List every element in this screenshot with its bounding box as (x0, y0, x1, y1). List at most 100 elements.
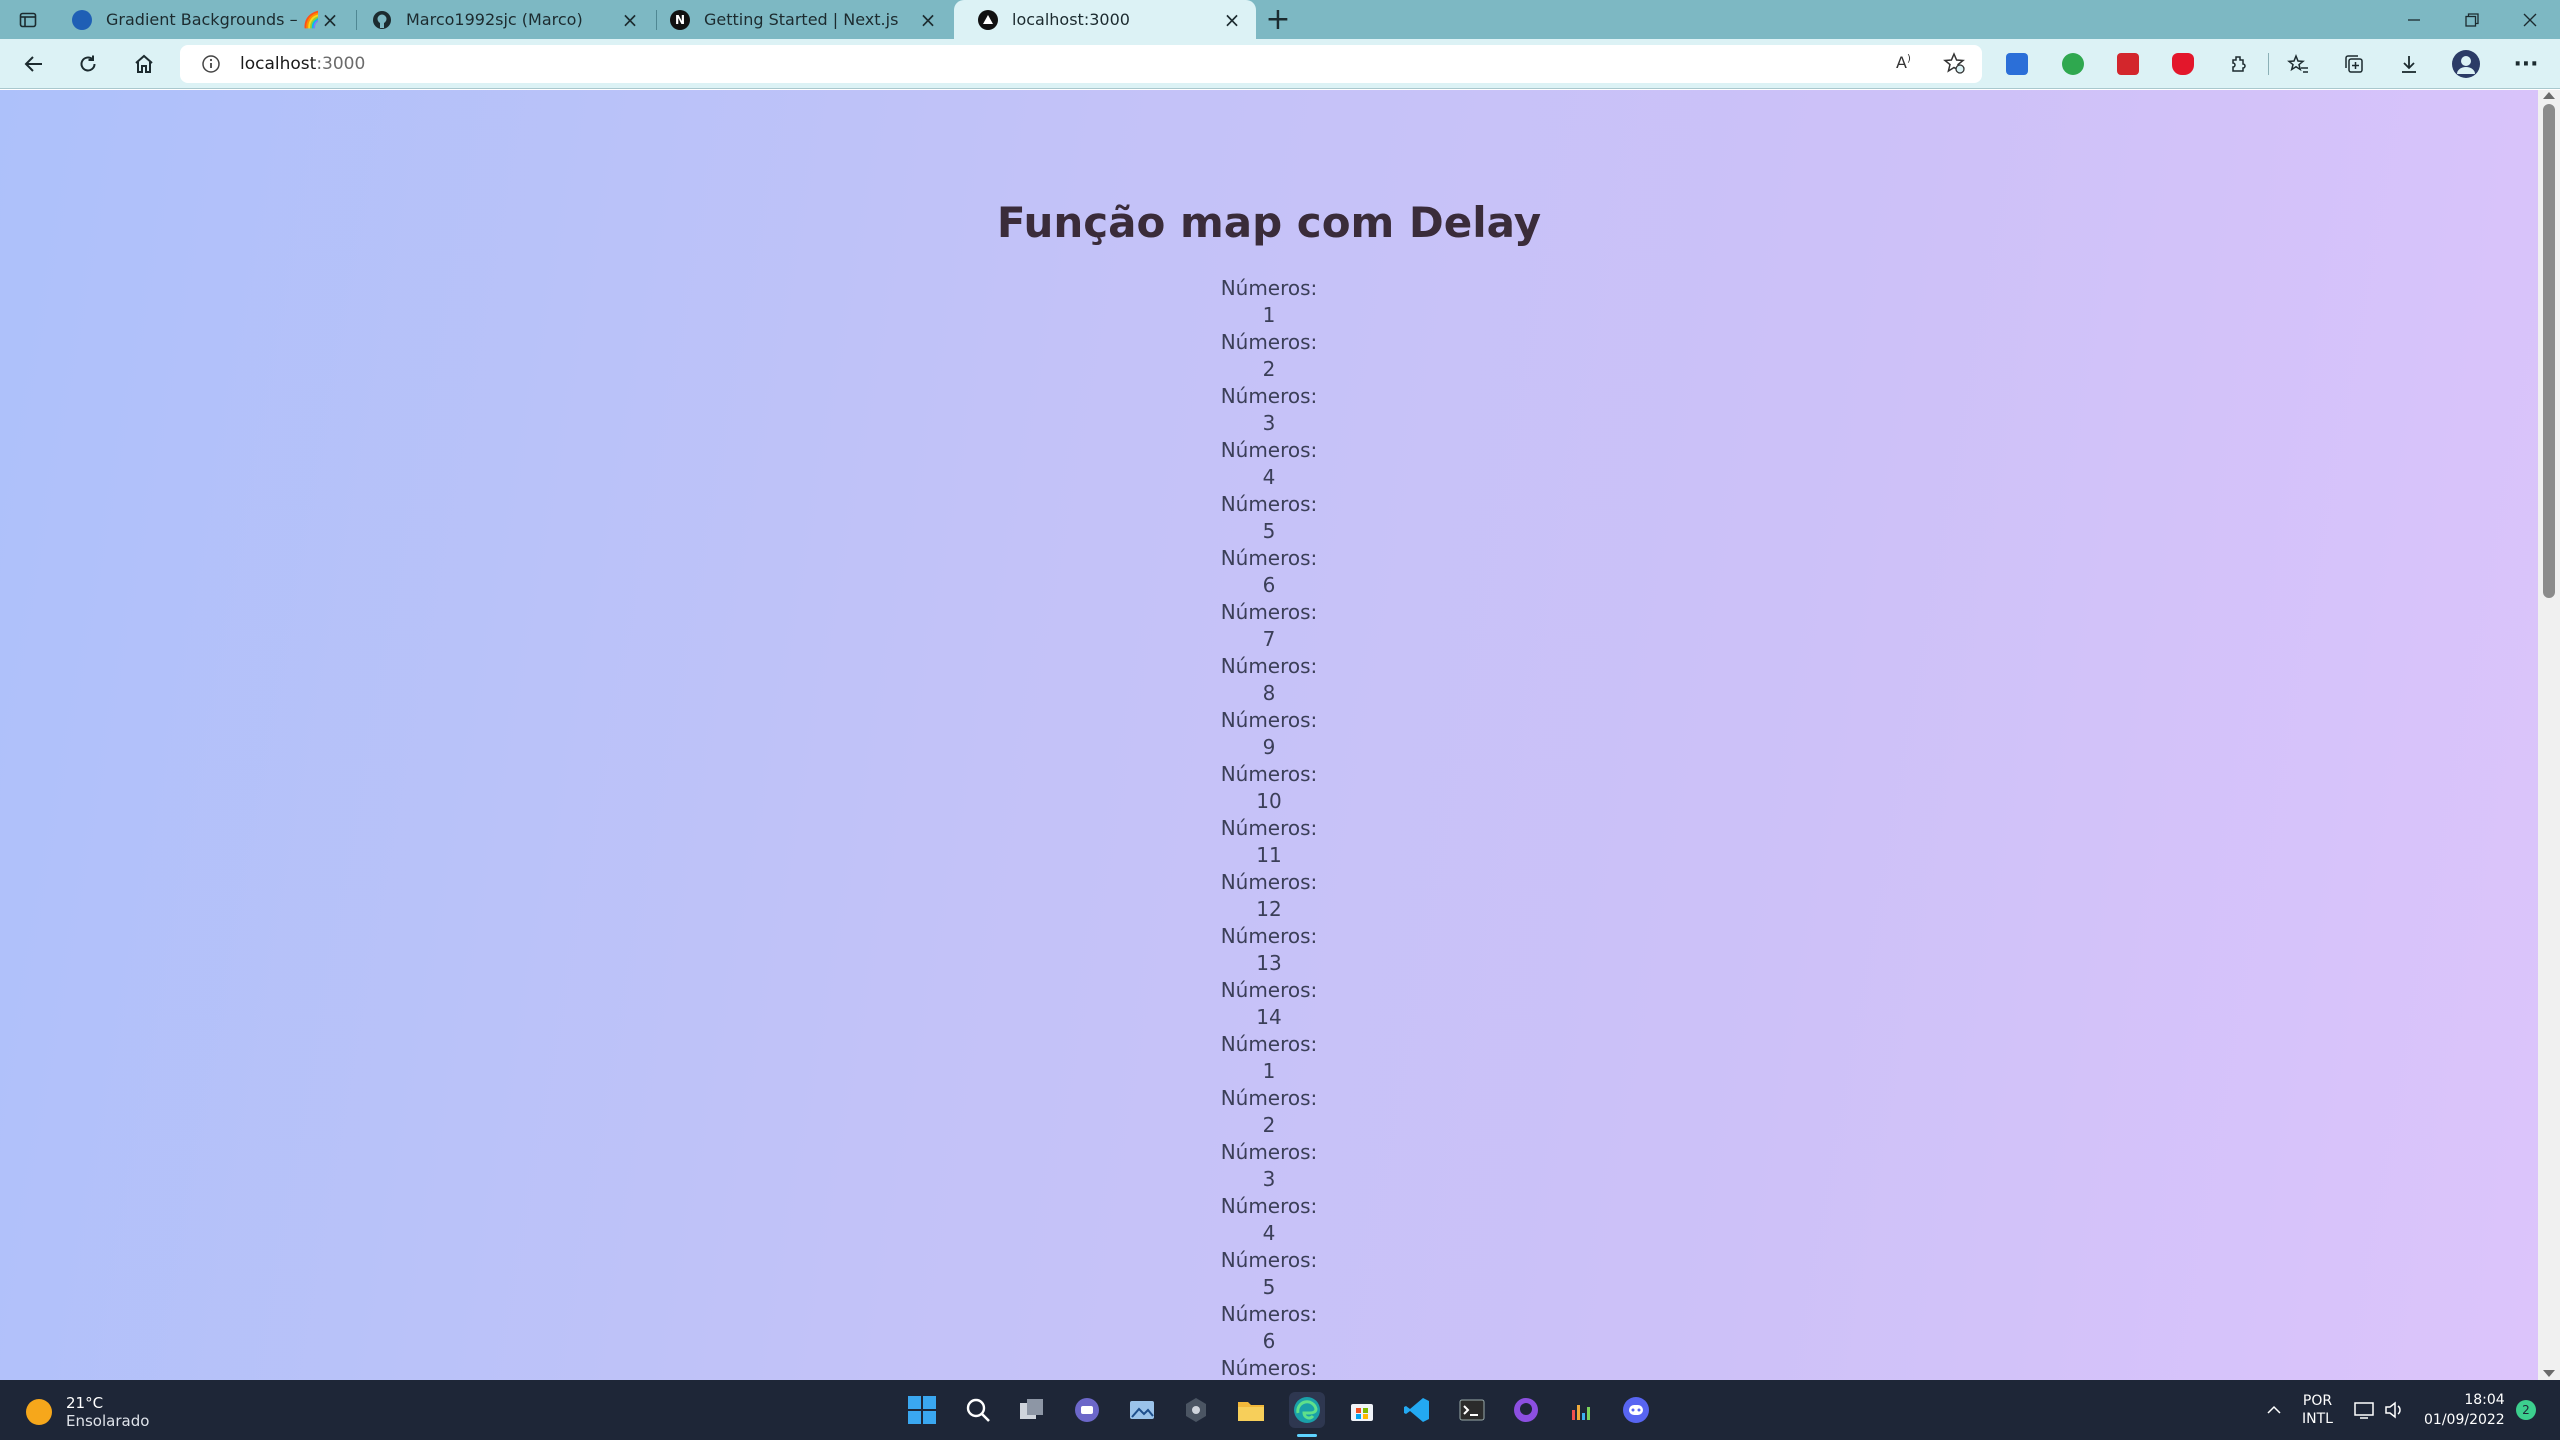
item-label: Números: (1220, 600, 1318, 624)
terminal-icon[interactable] (1454, 1392, 1490, 1428)
windows-taskbar: 21°C Ensolarado POR INTL 18:04 01/09/202… (0, 1380, 2560, 1440)
downloads-icon[interactable] (2393, 48, 2425, 80)
teams-chat-icon[interactable] (1069, 1392, 1105, 1428)
list-item: Números: 4 (0, 1193, 2538, 1247)
list-item: Números: 5 (0, 491, 2538, 545)
store-icon[interactable] (1344, 1392, 1380, 1428)
tab-nextjs[interactable]: N Getting Started | Next.js × (646, 0, 952, 39)
list-item: Números: 2 (0, 1085, 2538, 1139)
nextjs-icon: N (670, 9, 690, 30)
item-label: Números: (1220, 438, 1318, 462)
read-aloud-icon[interactable]: A) (1896, 53, 1911, 72)
shield-extension-icon[interactable] (2062, 53, 2084, 75)
item-label: Números: (1220, 924, 1318, 948)
start-icon[interactable] (904, 1392, 940, 1428)
item-label: Números: (1220, 1356, 1318, 1380)
item-number: 4 (1262, 465, 1276, 489)
page-scrollbar[interactable] (2538, 90, 2560, 1380)
back-icon[interactable] (18, 48, 50, 80)
pdf-extension-icon[interactable] (2117, 53, 2139, 75)
item-label: Números: (1220, 276, 1318, 300)
item-label: Números: (1220, 978, 1318, 1002)
item-number: 3 (1262, 411, 1276, 435)
item-label: Números: (1220, 708, 1318, 732)
network-icon[interactable] (2354, 1380, 2376, 1440)
item-number: 10 (1256, 789, 1282, 813)
weather-temp: 21°C (66, 1394, 104, 1412)
tray-overflow-icon[interactable] (2265, 1380, 2283, 1440)
numbers-list: Números: 1 Números: 2 Números: 3 Números: 4 Núme… (0, 275, 2538, 1380)
restore-icon[interactable] (2444, 0, 2500, 39)
list-item: Números: 6 (0, 1301, 2538, 1355)
github-desktop-icon[interactable] (1508, 1392, 1544, 1428)
clock-date: 01/09/2022 (2424, 1412, 2505, 1428)
weather-condition: Ensolarado (66, 1412, 150, 1430)
clock[interactable]: 18:04 01/09/2022 (2424, 1380, 2505, 1440)
address-bar[interactable]: localhost:3000 A) (180, 45, 1982, 83)
translate-extension-icon[interactable] (2006, 53, 2028, 75)
browser-toolbar: localhost:3000 A) ··· (0, 39, 2560, 89)
close-window-icon[interactable] (2502, 0, 2558, 39)
extensions-icon[interactable] (2223, 48, 2255, 80)
close-tab-icon[interactable]: × (1220, 8, 1244, 32)
vscode-icon[interactable] (1399, 1392, 1435, 1428)
photos-icon[interactable] (1124, 1392, 1160, 1428)
item-label: Números: (1220, 1032, 1318, 1056)
vercel-triangle-icon (978, 9, 998, 30)
url-text[interactable]: localhost:3000 (240, 54, 365, 74)
search-icon[interactable] (960, 1392, 996, 1428)
new-tab-icon[interactable]: + (1262, 4, 1294, 36)
url-port: :3000 (316, 54, 366, 74)
scroll-down-icon[interactable] (2543, 1370, 2555, 1377)
item-number: 5 (1262, 519, 1276, 543)
close-tab-icon[interactable]: × (916, 8, 940, 32)
favorites-icon[interactable] (2282, 48, 2314, 80)
item-number: 3 (1262, 1167, 1276, 1191)
site-info-icon[interactable] (200, 53, 222, 75)
tab-actions-icon[interactable] (16, 8, 40, 32)
item-number: 2 (1262, 1113, 1276, 1137)
item-label: Números: (1220, 1194, 1318, 1218)
list-item: Números: 9 (0, 707, 2538, 761)
language-indicator[interactable]: POR INTL (2302, 1380, 2333, 1440)
tab-github[interactable]: Marco1992sjc (Marco) × (348, 0, 654, 39)
home-icon[interactable] (128, 48, 160, 80)
more-menu-icon[interactable]: ··· (2510, 48, 2542, 80)
list-item: Números: 11 (0, 815, 2538, 869)
sun-icon (26, 1399, 52, 1425)
profile-avatar[interactable] (2450, 48, 2482, 80)
item-label: Números: (1220, 1086, 1318, 1110)
item-number: 7 (1262, 627, 1276, 651)
list-item: Números: 5 (0, 1247, 2538, 1301)
refresh-icon[interactable] (72, 48, 104, 80)
volume-icon[interactable] (2384, 1380, 2406, 1440)
item-number: 1 (1262, 1059, 1276, 1083)
edge-icon[interactable] (1289, 1392, 1325, 1428)
scrollbar-thumb[interactable] (2543, 104, 2555, 598)
tab-localhost[interactable]: localhost:3000 × (954, 0, 1256, 39)
close-tab-icon[interactable]: × (618, 8, 642, 32)
file-explorer-icon[interactable] (1233, 1392, 1269, 1428)
item-number: 14 (1256, 1005, 1282, 1029)
ublock-extension-icon[interactable] (2172, 53, 2194, 75)
add-favorite-icon[interactable] (1942, 51, 1966, 79)
notification-badge[interactable]: 2 (2516, 1380, 2536, 1440)
item-number: 6 (1262, 1329, 1276, 1353)
tab-strip: Gradient Backgrounds – 🌈 The × Marco1992… (0, 0, 2560, 39)
weather-widget[interactable]: 21°C Ensolarado (26, 1394, 149, 1430)
discord-icon[interactable] (1618, 1392, 1654, 1428)
list-item: Números: 6 (0, 545, 2538, 599)
scroll-up-icon[interactable] (2543, 92, 2555, 99)
collections-icon[interactable] (2338, 48, 2370, 80)
close-tab-icon[interactable]: × (318, 8, 342, 32)
audio-app-icon[interactable] (1563, 1392, 1599, 1428)
toolbar-divider (2268, 53, 2269, 75)
minimize-icon[interactable] (2386, 0, 2442, 39)
settings-app-icon[interactable] (1178, 1392, 1214, 1428)
item-label: Números: (1220, 762, 1318, 786)
item-number: 8 (1262, 681, 1276, 705)
task-view-icon[interactable] (1014, 1392, 1050, 1428)
list-item: Números: 1 (0, 1031, 2538, 1085)
tab-gradient-backgrounds[interactable]: Gradient Backgrounds – 🌈 The × (48, 0, 354, 39)
notification-count: 2 (2516, 1400, 2536, 1420)
